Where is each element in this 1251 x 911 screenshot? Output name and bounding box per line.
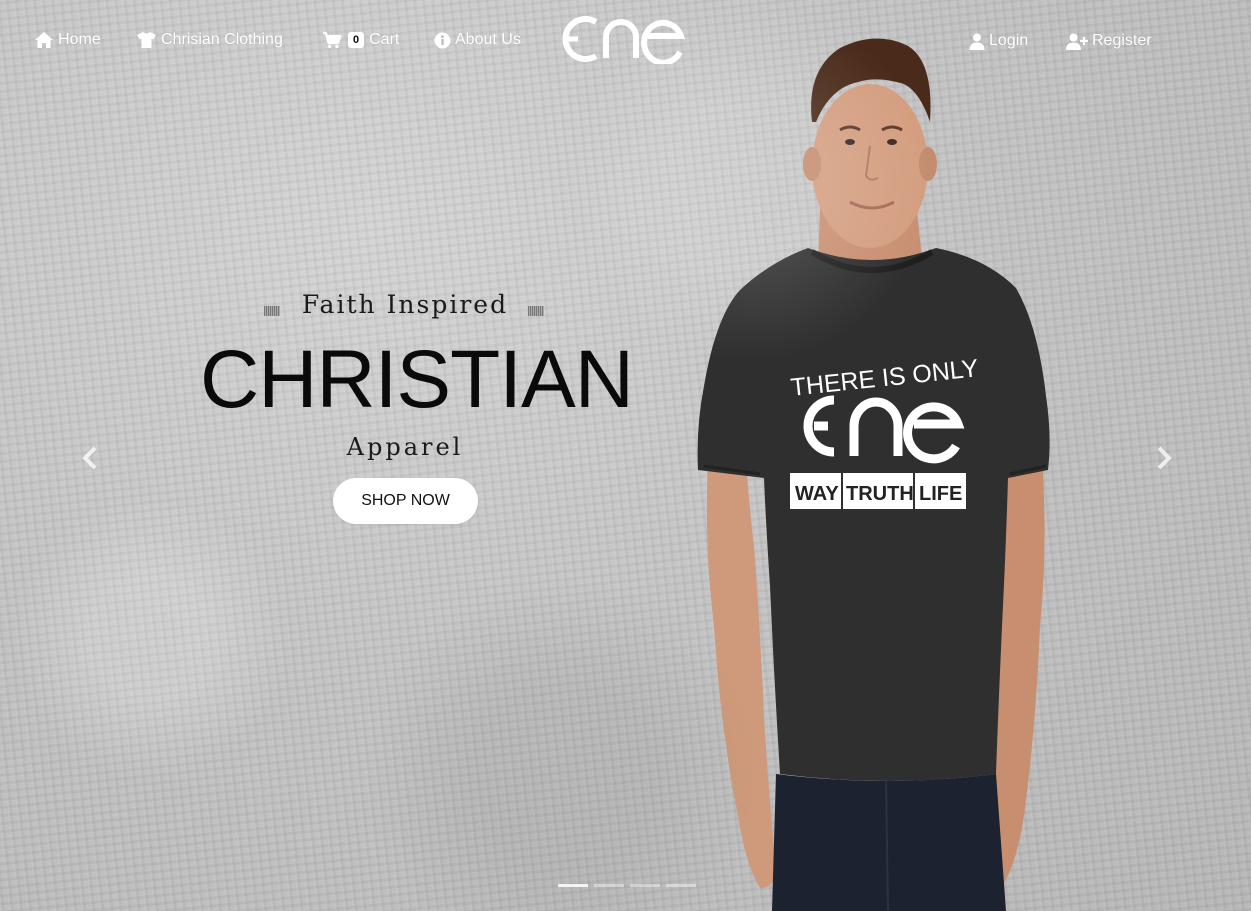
slide-subline: Apparel: [346, 433, 464, 461]
cart-count-badge: 0: [348, 32, 365, 48]
user-icon: [969, 33, 985, 50]
nav-register[interactable]: Register: [1066, 29, 1152, 53]
carousel-indicator-3[interactable]: [630, 884, 660, 887]
slide-kicker: Faith Inspired: [301, 290, 509, 319]
nav-login-label: Login: [989, 32, 1029, 49]
carousel-indicators: [558, 884, 696, 887]
model-photo: THERE IS ONLY WAY TRUTH LIFE: [697, 38, 1050, 911]
nav-clothing-label: Chrisian Clothing: [161, 31, 283, 48]
nav-about-label: About Us: [455, 31, 521, 48]
shop-now-button[interactable]: SHOP NOW: [333, 478, 478, 524]
carousel-indicator-2[interactable]: [594, 884, 624, 887]
kicker-ornament-right: [528, 306, 544, 316]
chevron-right-icon[interactable]: [1154, 446, 1174, 470]
carousel-indicator-4[interactable]: [666, 884, 696, 887]
home-icon: [35, 32, 53, 48]
nav-cart[interactable]: 0 Cart: [322, 28, 399, 52]
tshirt-icon: [137, 32, 156, 48]
cart-icon: [323, 31, 342, 49]
nav-cart-label: Cart: [369, 31, 400, 48]
info-icon: [434, 32, 451, 48]
carousel-indicator-1[interactable]: [558, 884, 588, 887]
chevron-left-icon[interactable]: [80, 446, 100, 470]
nav-about-us[interactable]: About Us: [434, 28, 521, 52]
shirt-print-word2: TRUTH: [846, 483, 914, 505]
slide-headline: CHRISTIAN: [200, 334, 634, 425]
nav-christian-clothing[interactable]: Chrisian Clothing: [136, 28, 283, 52]
hero-carousel: THERE IS ONLY WAY TRUTH LIFE Home Chrisi…: [0, 0, 1251, 911]
user-plus-icon: [1066, 33, 1088, 50]
nav-home-label: Home: [58, 31, 101, 48]
brand-logo[interactable]: [562, 10, 686, 64]
nav-register-label: Register: [1092, 32, 1152, 49]
shirt-print-word1: WAY: [795, 483, 839, 505]
nav-home[interactable]: Home: [34, 28, 101, 52]
shirt-print-word3: LIFE: [919, 483, 962, 505]
nav-login[interactable]: Login: [969, 29, 1028, 53]
